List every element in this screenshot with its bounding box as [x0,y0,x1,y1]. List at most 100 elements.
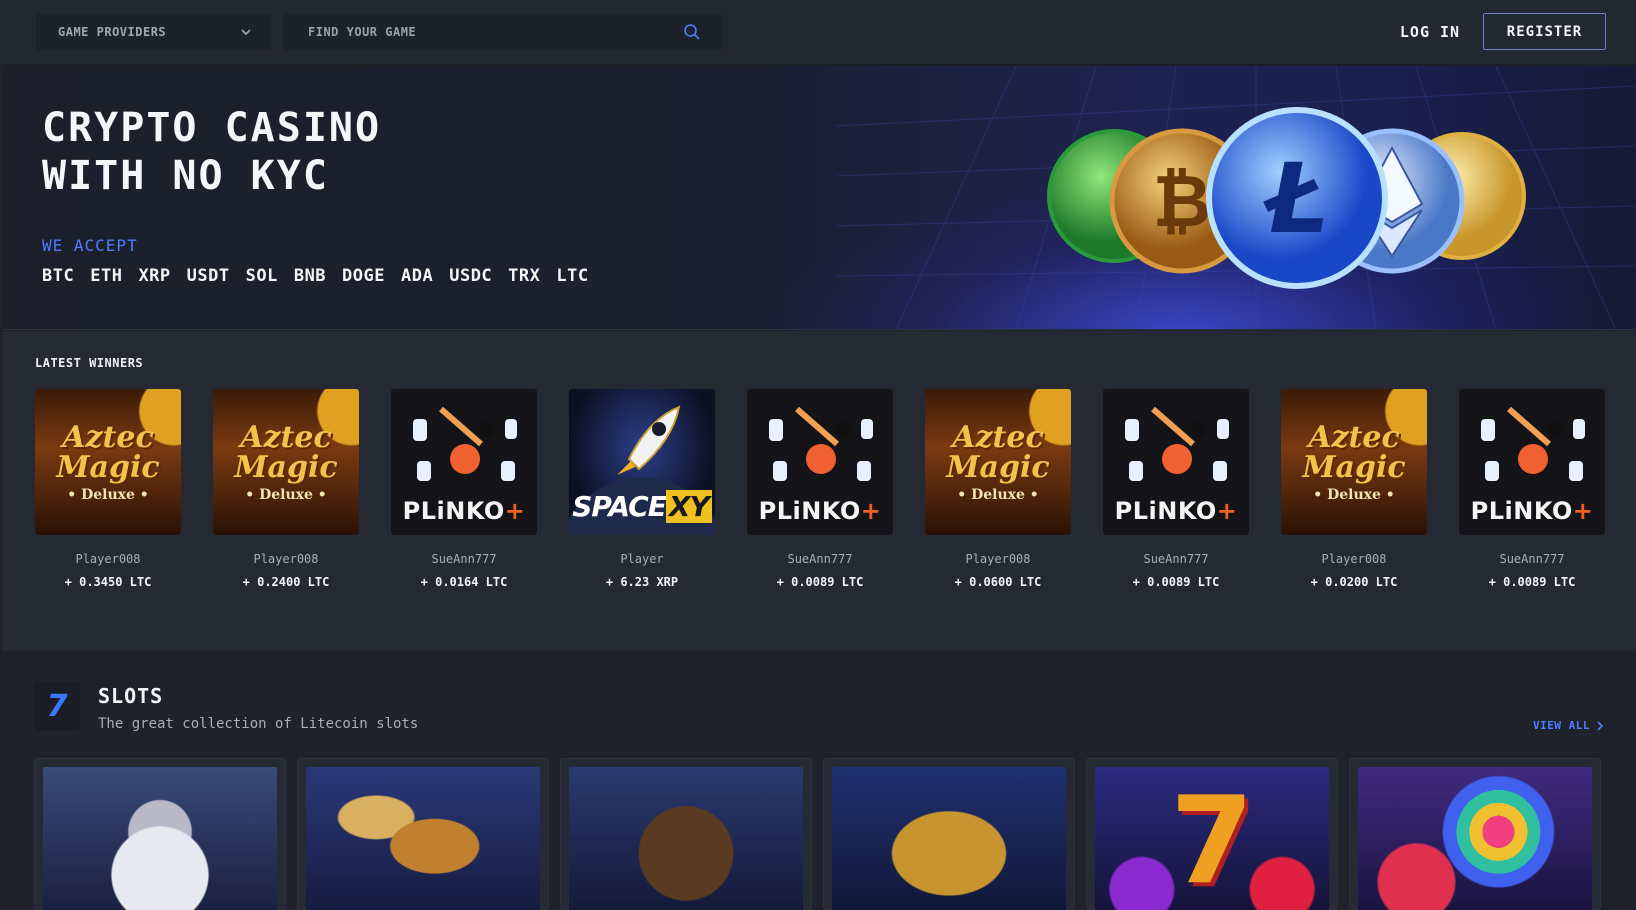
winner-player: SueAnn777 [1499,552,1565,566]
winner-card[interactable]: PLiNKO+ SueAnn777 + 0.0089 LTC [1459,389,1605,589]
currency-usdt: USDT [186,266,230,286]
slots-subtitle: The great collection of Litecoin slots [98,716,419,732]
aztec-magic-logo: Aztec Magic [234,420,338,485]
currency-ada: ADA [401,266,434,286]
winner-amount: + 0.0089 LTC [1488,575,1576,589]
search-bar [283,14,723,50]
winner-card[interactable]: Aztec Magic • Deluxe • Player008 + 0.0200… [1281,389,1427,589]
view-all-label: VIEW ALL [1533,719,1590,732]
slot-game-card[interactable] [34,758,286,910]
slot-game-card[interactable] [560,758,812,910]
rocket-icon [617,405,681,475]
slot-game-card[interactable]: 7 [1086,758,1338,910]
hero-title-line2: WITH NO KYC [42,153,329,199]
chevron-right-icon [1597,720,1604,731]
plinko-art [1481,406,1585,481]
register-button[interactable]: REGISTER [1483,13,1606,50]
space-xy-logo: SPACE XY [569,490,715,523]
slot-game-card[interactable] [823,758,1075,910]
seven-glyph: 7 [1170,772,1254,910]
hero-banner: CRYPTO CASINO WITH NO KYC WE ACCEPT BTC … [2,66,1636,330]
game-thumbnail-aztec-magic[interactable]: Aztec Magic • Deluxe • [925,389,1071,535]
winner-card[interactable]: Aztec Magic • Deluxe • Player008 + 0.3450… [35,389,181,589]
winner-amount: + 6.23 XRP [605,575,679,589]
plinko-logo: PLiNKO+ [758,497,882,525]
winner-amount: + 0.3450 LTC [64,575,152,589]
slot-thumbnail-zeus[interactable] [43,767,277,910]
winner-player: Player008 [75,552,141,566]
winner-player: Player008 [1321,552,1387,566]
plinko-logo: PLiNKO+ [1470,497,1594,525]
game-providers-dropdown[interactable]: GAME PROVIDERS [36,14,271,50]
latest-winners-title: LATEST WINNERS [35,356,144,370]
currency-sol: SOL [245,266,278,286]
latest-winners-section: LATEST WINNERS Aztec Magic • Deluxe • Pla… [2,331,1636,651]
accepted-currencies: BTC ETH XRP USDT SOL BNB DOGE ADA USDC T… [42,266,605,286]
slots-title: SLOTS [98,684,164,708]
currency-btc: BTC [42,266,75,286]
game-thumbnail-aztec-magic[interactable]: Aztec Magic • Deluxe • [35,389,181,535]
winner-amount: + 0.0089 LTC [776,575,864,589]
plinko-art [769,406,873,481]
winner-card[interactable]: Aztec Magic • Deluxe • Player008 + 0.2400… [213,389,359,589]
winner-amount: + 0.0600 LTC [954,575,1042,589]
winner-player: Player [620,552,664,566]
slot-thumbnail-dog[interactable] [569,767,803,910]
currency-eth: ETH [90,266,123,286]
crypto-coins-illustration: ₿ Ł [1047,107,1526,289]
game-thumbnail-plinko[interactable]: PLiNKO+ [747,389,893,535]
game-thumbnail-plinko[interactable]: PLiNKO+ [1103,389,1249,535]
slot-game-card[interactable] [297,758,549,910]
winner-player: SueAnn777 [431,552,497,566]
view-all-link[interactable]: VIEW ALL [1533,719,1604,732]
aztec-deluxe-label: • Deluxe • [1313,487,1395,503]
slot-game-card[interactable] [1349,758,1601,910]
winner-card[interactable]: PLiNKO+ SueAnn777 + 0.0164 LTC [391,389,537,589]
currency-usdc: USDC [449,266,493,286]
we-accept-label: WE ACCEPT [42,236,138,255]
plinko-art [1125,406,1229,481]
game-providers-label: GAME PROVIDERS [58,25,167,39]
plinko-logo: PLiNKO+ [402,497,526,525]
game-thumbnail-aztec-magic[interactable]: Aztec Magic • Deluxe • [1281,389,1427,535]
hero-title: CRYPTO CASINO WITH NO KYC [42,104,381,200]
winner-amount: + 0.0164 LTC [420,575,508,589]
plinko-logo: PLiNKO+ [1114,497,1238,525]
top-bar: GAME PROVIDERS LOG IN REGISTER [0,0,1636,65]
winner-amount: + 0.0089 LTC [1132,575,1220,589]
currency-ltc: LTC [556,266,589,286]
svg-text:₿: ₿ [1153,159,1212,243]
aztec-deluxe-label: • Deluxe • [957,487,1039,503]
currency-bnb: BNB [293,266,327,286]
currency-doge: DOGE [342,266,385,286]
winner-card[interactable]: Aztec Magic • Deluxe • Player008 + 0.0600… [925,389,1071,589]
search-icon[interactable] [683,23,701,41]
winner-player: Player008 [965,552,1031,566]
game-thumbnail-aztec-magic[interactable]: Aztec Magic • Deluxe • [213,389,359,535]
winner-amount: + 0.0200 LTC [1310,575,1398,589]
winner-card[interactable]: PLiNKO+ SueAnn777 + 0.0089 LTC [747,389,893,589]
winner-card[interactable]: SPACE XY Player + 6.23 XRP [569,389,715,589]
aztec-deluxe-label: • Deluxe • [67,487,149,503]
currency-trx: TRX [508,266,541,286]
svg-text:Ł: Ł [1262,143,1328,255]
winner-card[interactable]: PLiNKO+ SueAnn777 + 0.0089 LTC [1103,389,1249,589]
winner-player: Player008 [253,552,319,566]
aztec-magic-logo: Aztec Magic [946,420,1050,485]
slot-thumbnail-seven[interactable]: 7 [1095,767,1329,910]
plinko-art [413,406,517,481]
hero-title-line1: CRYPTO CASINO [42,105,382,151]
game-thumbnail-plinko[interactable]: PLiNKO+ [1459,389,1605,535]
search-input[interactable] [283,14,663,50]
login-button[interactable]: LOG IN [1380,14,1480,50]
slot-thumbnail-pegasus[interactable] [306,767,540,910]
slots-seven-icon: 7 [34,681,80,731]
chevron-down-icon [241,29,251,36]
aztec-deluxe-label: • Deluxe • [245,487,327,503]
winner-player: SueAnn777 [787,552,853,566]
game-thumbnail-space-xy[interactable]: SPACE XY [569,389,715,535]
game-thumbnail-plinko[interactable]: PLiNKO+ [391,389,537,535]
currency-xrp: XRP [138,266,171,286]
slot-thumbnail-book[interactable] [832,767,1066,910]
slot-thumbnail-candy[interactable] [1358,767,1592,910]
